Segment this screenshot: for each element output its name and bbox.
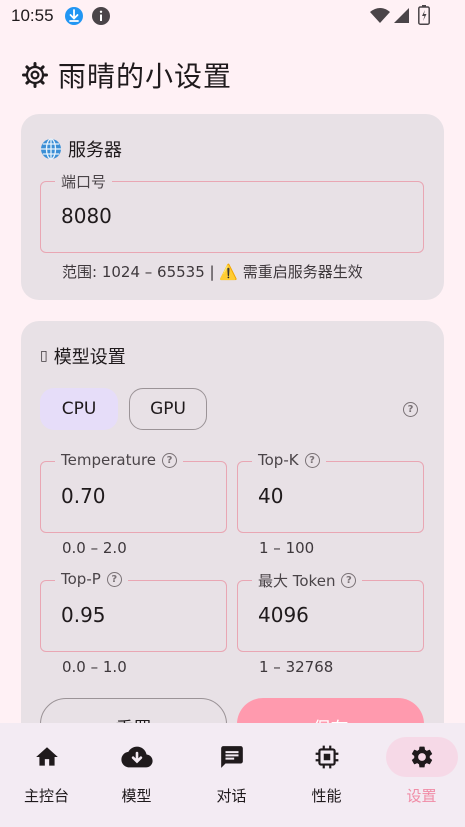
- top-k-range: 1 – 100: [259, 539, 315, 557]
- nav-item-performance[interactable]: 性能: [280, 737, 373, 817]
- temperature-label: Temperature ?: [55, 451, 184, 469]
- top-k-field[interactable]: Top-K ? 40: [237, 451, 424, 533]
- bottom-navigation: 主控台 模型 对话 性能 设置: [0, 723, 465, 827]
- page-header: 雨晴的小设置: [22, 55, 232, 95]
- port-field-label: 端口号: [55, 171, 113, 192]
- top-k-help-icon[interactable]: ?: [304, 452, 320, 468]
- top-p-field[interactable]: Top-P ? 0.95: [40, 570, 227, 652]
- cloud-download-icon: [120, 746, 153, 768]
- nav-item-settings[interactable]: 设置: [375, 737, 465, 817]
- nav-label-settings: 设置: [406, 787, 437, 805]
- nav-item-dashboard[interactable]: 主控台: [0, 737, 93, 817]
- nav-icon-wrap-active: [385, 737, 458, 777]
- top-k-value: 40: [258, 484, 284, 508]
- nav-label-chat: 对话: [216, 787, 247, 805]
- max-token-help-icon[interactable]: ?: [341, 573, 357, 588]
- temperature-label-text: Temperature: [61, 451, 157, 469]
- battery-icon: [418, 5, 430, 25]
- home-icon: [35, 747, 58, 766]
- globe-icon: [41, 138, 61, 160]
- model-card-title: 模型设置: [53, 347, 126, 368]
- chip-icon: [315, 745, 338, 769]
- model-settings-card: ▯ 模型设置 CPU GPU ? Temperature ? 0.70 0.0 …: [21, 321, 444, 750]
- top-p-label-text: Top-P: [61, 570, 101, 588]
- status-bar: 10:55: [0, 0, 465, 32]
- top-p-help-icon[interactable]: ?: [106, 571, 122, 587]
- page-title: 雨晴的小设置: [58, 60, 233, 93]
- nav-icon-wrap: [102, 737, 172, 777]
- missing-glyph-icon: ▯: [40, 348, 48, 364]
- port-field[interactable]: 端口号 8080: [40, 171, 424, 253]
- model-card-header: ▯ 模型设置: [40, 343, 126, 369]
- nav-label-models: 模型: [121, 787, 152, 805]
- server-card-header: 服务器: [40, 136, 122, 162]
- top-p-value: 0.95: [61, 603, 106, 627]
- nav-icon-wrap: [292, 737, 362, 777]
- device-option-gpu[interactable]: GPU: [129, 388, 207, 430]
- nav-item-models[interactable]: 模型: [90, 737, 183, 817]
- nav-icon-wrap: [197, 737, 267, 777]
- temperature-value: 0.70: [61, 484, 106, 508]
- device-option-cpu[interactable]: CPU: [40, 388, 118, 430]
- top-k-label: Top-K ?: [252, 451, 326, 469]
- temperature-range: 0.0 – 2.0: [62, 539, 127, 557]
- gear-icon: [22, 62, 48, 88]
- gear-icon: [411, 746, 432, 768]
- top-p-range: 0.0 – 1.0: [62, 658, 127, 676]
- download-notification-icon: [65, 7, 83, 25]
- nav-icon-wrap: [12, 737, 82, 777]
- status-time: 10:55: [11, 6, 54, 25]
- temperature-help-icon[interactable]: ?: [162, 452, 178, 468]
- info-notification-icon: [92, 7, 110, 25]
- port-value: 8080: [61, 204, 112, 228]
- chat-icon: [220, 746, 243, 768]
- port-hint: 范围: 1024 – 65535 | ⚠️ 需重启服务器生效: [62, 263, 363, 281]
- device-help-icon[interactable]: ?: [403, 402, 418, 417]
- nav-label-performance: 性能: [311, 787, 342, 805]
- top-p-label: Top-P ?: [55, 570, 128, 588]
- signal-icon: [394, 8, 409, 23]
- nav-item-chat[interactable]: 对话: [185, 737, 278, 817]
- server-card: 服务器 端口号 8080 范围: 1024 – 65535 | ⚠️ 需重启服务…: [21, 114, 444, 300]
- max-token-label: 最大 Token ?: [252, 570, 363, 591]
- max-token-value: 4096: [258, 603, 309, 627]
- top-k-label-text: Top-K: [258, 451, 299, 469]
- max-token-field[interactable]: 最大 Token ? 4096: [237, 570, 424, 652]
- temperature-field[interactable]: Temperature ? 0.70: [40, 451, 227, 533]
- max-token-label-text: 最大 Token: [258, 572, 336, 590]
- nav-label-dashboard: 主控台: [23, 787, 69, 805]
- wifi-icon: [370, 8, 390, 23]
- server-card-title: 服务器: [68, 140, 122, 161]
- max-token-range: 1 – 32768: [259, 658, 334, 676]
